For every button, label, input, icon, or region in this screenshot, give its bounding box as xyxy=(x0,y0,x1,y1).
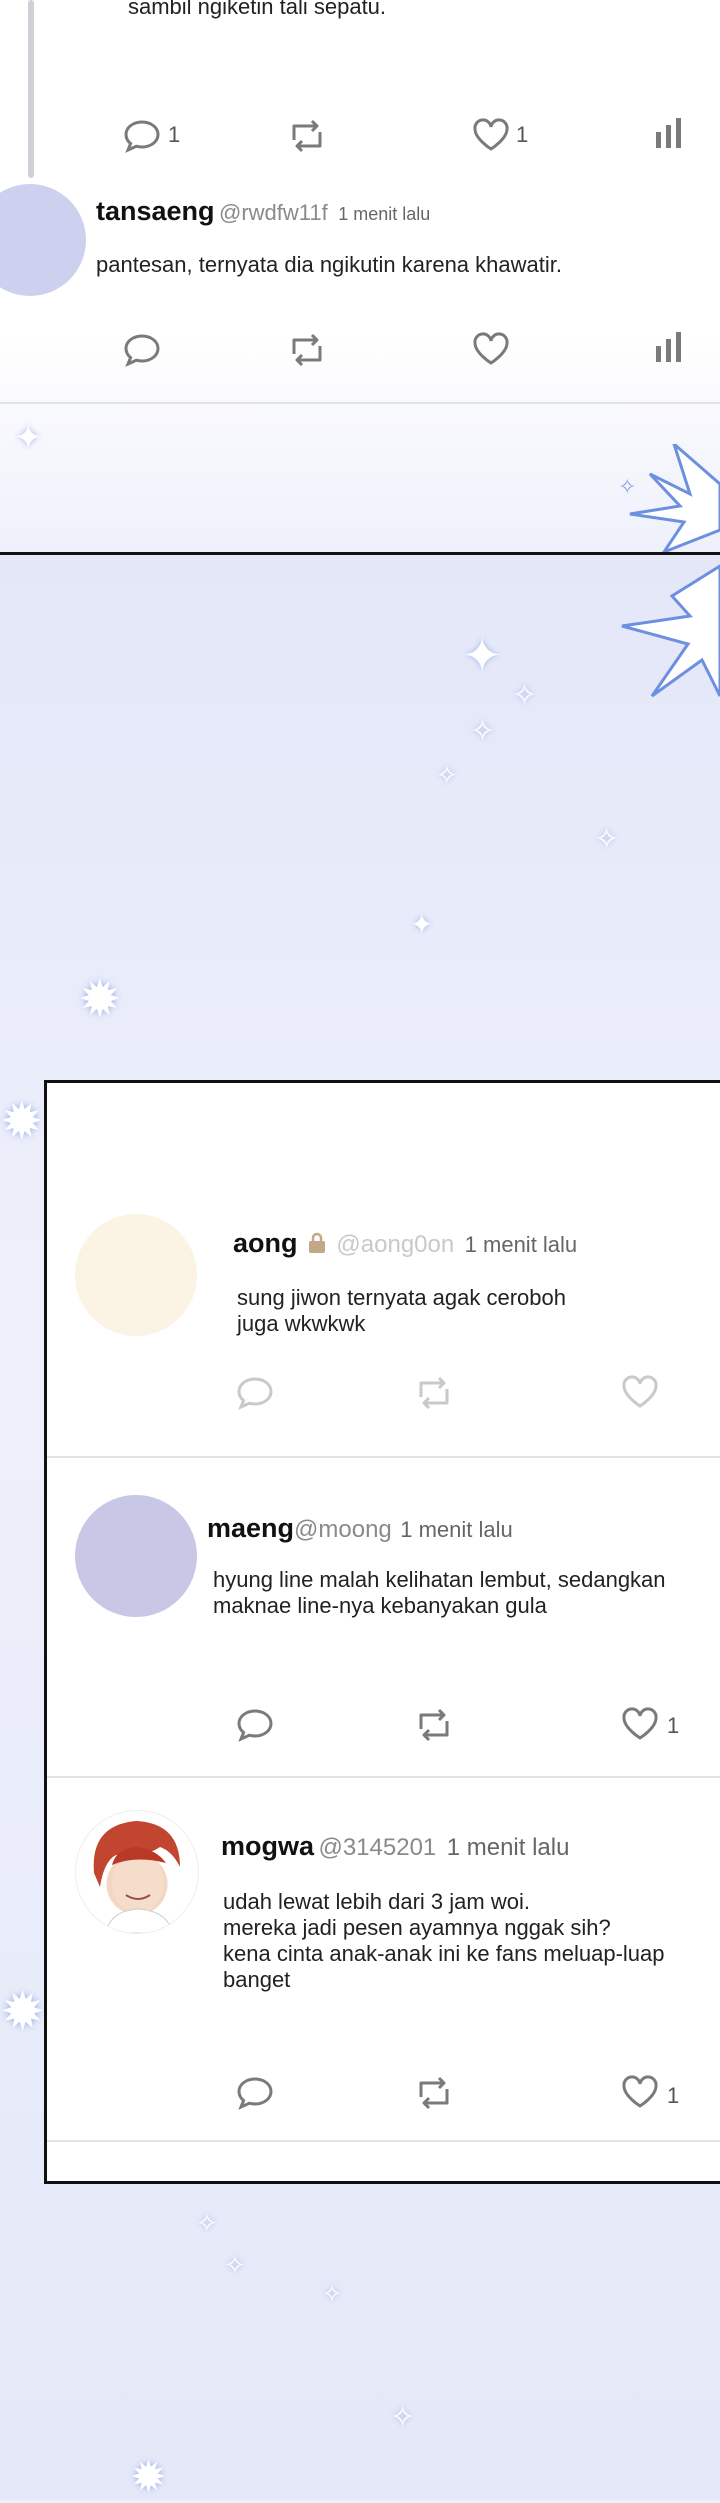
lock-icon xyxy=(308,1232,325,1253)
divider xyxy=(47,2140,720,2142)
stats-icon xyxy=(656,118,681,148)
user-name[interactable]: aong xyxy=(233,1228,298,1258)
retweet-icon xyxy=(419,1376,449,1410)
timestamp: 1 menit lalu xyxy=(400,1517,513,1542)
sparkle-icon: ✦ xyxy=(14,419,43,457)
retweet-button[interactable] xyxy=(413,1707,455,1748)
comments-card: aong @aong0on 1 menit lalu sung jiwon te… xyxy=(44,1080,720,2184)
like-button[interactable] xyxy=(621,1375,659,1414)
like-count: 1 xyxy=(667,2083,680,2108)
sparkle-icon: ✧ xyxy=(436,760,458,790)
user-name[interactable]: mogwa xyxy=(221,1831,314,1861)
post-text-line: mereka jadi pesen ayamnya nggak sih? xyxy=(223,1915,611,1940)
user-handle[interactable]: @3145201 xyxy=(318,1834,436,1861)
timestamp: 1 menit lalu xyxy=(338,204,431,224)
user-handle[interactable]: @rwdfw11f xyxy=(219,200,328,225)
sparkle-icon: ✦ xyxy=(410,909,434,940)
stats-button[interactable] xyxy=(654,116,684,155)
divider xyxy=(47,1776,720,1778)
stats-icon xyxy=(656,332,681,362)
retweet-button[interactable] xyxy=(413,1375,455,1416)
reply-icon xyxy=(237,2077,273,2110)
sparkle-icon: ✧ xyxy=(224,2250,246,2280)
reply-icon xyxy=(237,1709,273,1742)
reply-count: 1 xyxy=(168,122,181,147)
retweet-icon xyxy=(292,333,322,367)
avatar[interactable] xyxy=(75,1810,199,1934)
post-header: mogwa @3145201 1 menit lalu xyxy=(221,1831,569,1862)
post-text: udah lewat lebih dari 3 jam woi. mereka … xyxy=(223,1889,665,1993)
timestamp: 1 menit lalu xyxy=(464,1232,578,1257)
stats-button[interactable] xyxy=(654,330,684,369)
like-icon xyxy=(473,118,509,151)
thread-line xyxy=(28,0,34,178)
sparkle-icon: ✧ xyxy=(322,2281,343,2308)
reply-button[interactable] xyxy=(235,2075,275,2116)
user-name[interactable]: maeng xyxy=(207,1513,294,1543)
avatar[interactable] xyxy=(75,1495,197,1617)
avatar[interactable] xyxy=(75,1214,197,1336)
sparkle-icon: ✧ xyxy=(594,823,620,856)
post-header: aong @aong0on 1 menit lalu xyxy=(233,1228,577,1259)
post-text: sambil ngiketin tali sepatu. xyxy=(128,0,387,19)
post-text: sung jiwon ternyata agak ceroboh juga wk… xyxy=(237,1285,566,1337)
retweet-icon xyxy=(419,1708,449,1742)
like-icon xyxy=(622,1375,658,1408)
like-button[interactable]: 1 xyxy=(472,118,528,157)
retweet-button[interactable] xyxy=(286,118,328,159)
reply-button[interactable] xyxy=(122,332,162,373)
top-panel: sambil ngiketin tali sepatu. 1 1 tansaen… xyxy=(0,0,720,555)
reply-icon xyxy=(237,1377,273,1410)
like-icon xyxy=(622,2075,658,2108)
retweet-button[interactable] xyxy=(286,332,328,373)
user-handle[interactable]: @moong xyxy=(294,1516,392,1543)
like-button[interactable]: 1 xyxy=(621,1707,679,1746)
post-header: tansaeng @rwdfw11f 1 menit lalu xyxy=(96,196,430,227)
sparkle-icon: ✹ xyxy=(0,1093,44,1151)
sparkle-icon: ✧ xyxy=(512,679,538,712)
reply-icon xyxy=(124,120,160,153)
like-button[interactable]: 1 xyxy=(621,2075,679,2114)
sparkle-icon: ✧ xyxy=(470,715,496,748)
divider xyxy=(47,1456,720,1458)
like-icon xyxy=(622,1707,658,1740)
post-text-line: hyung line malah kelihatan lembut, sedan… xyxy=(213,1567,666,1592)
retweet-icon xyxy=(292,119,322,153)
post-text-line: juga wkwkwk xyxy=(237,1311,366,1336)
retweet-button[interactable] xyxy=(413,2075,455,2116)
burst-icon xyxy=(621,564,720,698)
like-count: 1 xyxy=(667,1713,680,1738)
reply-icon xyxy=(124,334,160,367)
post-text-line: maknae line-nya kebanyakan gula xyxy=(213,1593,547,1618)
divider xyxy=(0,402,720,404)
reply-button[interactable] xyxy=(235,1707,275,1748)
sparkle-icon: ✧ xyxy=(196,2208,218,2238)
reply-button[interactable]: 1 xyxy=(122,118,180,159)
avatar[interactable] xyxy=(0,184,86,296)
like-icon xyxy=(473,332,509,365)
burst-icon xyxy=(629,444,720,552)
user-handle[interactable]: @aong0on xyxy=(336,1231,454,1258)
avatar-illustration xyxy=(93,1821,180,1933)
post-text-line: sung jiwon ternyata agak ceroboh xyxy=(237,1285,566,1310)
retweet-icon xyxy=(419,2076,449,2110)
sparkle-icon: ✹ xyxy=(78,971,122,1029)
post-text: hyung line malah kelihatan lembut, sedan… xyxy=(213,1567,666,1619)
sparkle-icon: ✧ xyxy=(390,2401,416,2434)
sparkle-icon: ✹ xyxy=(0,1982,46,2042)
post-header: maeng@moong 1 menit lalu xyxy=(207,1513,513,1544)
like-count: 1 xyxy=(516,122,529,147)
post-text: pantesan, ternyata dia ngikutin karena k… xyxy=(96,252,562,277)
post-text-line: udah lewat lebih dari 3 jam woi. xyxy=(223,1889,530,1914)
sparkle-icon: ✦ xyxy=(462,630,503,683)
user-name[interactable]: tansaeng xyxy=(96,196,215,226)
reply-button[interactable] xyxy=(235,1375,275,1416)
like-button[interactable] xyxy=(472,332,510,371)
timestamp: 1 menit lalu xyxy=(446,1834,570,1861)
post-text-line: kena cinta anak-anak ini ke fans meluap-… xyxy=(223,1941,665,1966)
post-text-line: banget xyxy=(223,1967,291,1992)
sparkle-icon: ✹ xyxy=(130,2453,167,2502)
